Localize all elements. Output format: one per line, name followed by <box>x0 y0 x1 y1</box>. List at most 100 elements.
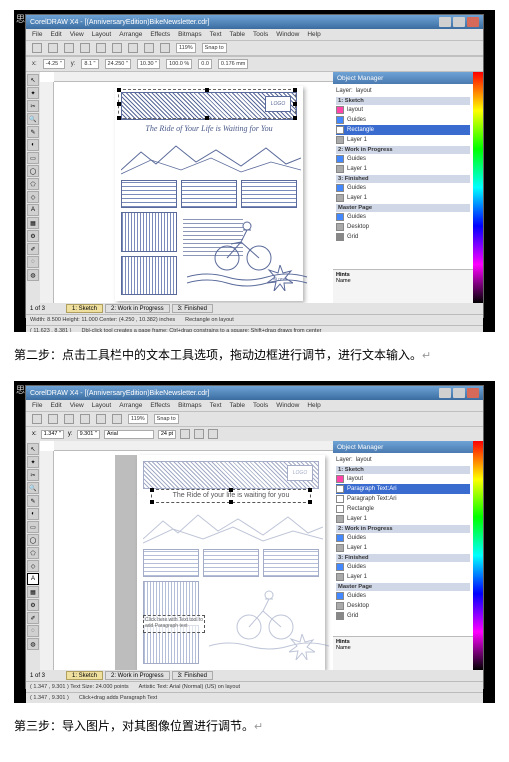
shape-tool[interactable]: ✦ <box>27 87 39 99</box>
new-icon[interactable] <box>32 43 42 53</box>
basic-shapes-tool[interactable]: ◇ <box>27 560 39 572</box>
save-icon[interactable] <box>64 43 74 53</box>
resize-handle-n[interactable] <box>229 488 233 492</box>
outline-width[interactable]: 0.176 mm <box>218 59 248 69</box>
eyedropper-tool[interactable]: ✐ <box>27 612 39 624</box>
layer-row[interactable]: Layer 1 <box>336 193 470 203</box>
pos-y[interactable]: 9.301 " <box>77 430 100 439</box>
group-sketch[interactable]: 1: Sketch <box>336 97 470 105</box>
table-tool[interactable]: ▦ <box>27 217 39 229</box>
maximize-button[interactable] <box>453 17 465 27</box>
menu-effects[interactable]: Effects <box>150 402 170 409</box>
group-finished[interactable]: 3: Finished <box>336 175 470 183</box>
menu-edit[interactable]: Edit <box>50 31 61 38</box>
layer-row-selected[interactable]: Rectangle <box>336 125 470 135</box>
resize-handle-sw[interactable] <box>150 500 154 504</box>
menu-tools[interactable]: Tools <box>253 402 268 409</box>
minimize-button[interactable] <box>439 388 451 398</box>
menu-layout[interactable]: Layout <box>92 31 112 38</box>
interactive-tool[interactable]: ⚙ <box>27 230 39 242</box>
layer-row[interactable]: Rectangle <box>336 504 470 514</box>
menu-view[interactable]: View <box>70 31 84 38</box>
size-w[interactable]: 24.250 " <box>105 59 131 69</box>
menu-file[interactable]: File <box>32 402 42 409</box>
page-nav[interactable]: 1 of 3 <box>30 673 45 679</box>
layer-row[interactable]: Grid <box>336 611 470 621</box>
freehand-tool[interactable]: ✎ <box>27 126 39 138</box>
pick-tool[interactable]: ↖ <box>27 443 39 455</box>
rectangle-tool[interactable]: ▭ <box>27 152 39 164</box>
tab-wip[interactable]: 2: Work in Progress <box>105 671 170 680</box>
paste-icon[interactable] <box>128 43 138 53</box>
bold-icon[interactable] <box>180 429 190 439</box>
rectangle-tool[interactable]: ▭ <box>27 521 39 533</box>
layer-row[interactable]: Desktop <box>336 222 470 232</box>
menu-layout[interactable]: Layout <box>92 402 112 409</box>
pos-y[interactable]: 8.1 " <box>81 59 98 69</box>
minimize-button[interactable] <box>439 17 451 27</box>
text-tool[interactable]: A <box>27 573 39 585</box>
layer-row[interactable]: layout <box>336 105 470 115</box>
layer-row[interactable]: Guides <box>336 562 470 572</box>
redo-icon[interactable] <box>112 414 122 424</box>
rotation[interactable]: 0.0 <box>198 59 212 69</box>
layer-row[interactable]: Guides <box>336 591 470 601</box>
menu-file[interactable]: File <box>32 31 42 38</box>
polygon-tool[interactable]: ⬠ <box>27 547 39 559</box>
italic-icon[interactable] <box>194 429 204 439</box>
resize-handle-sw[interactable] <box>117 116 121 120</box>
close-button[interactable] <box>467 17 479 27</box>
canvas[interactable]: LOGO <box>40 441 333 670</box>
size-h[interactable]: 10.30 " <box>137 59 160 69</box>
color-palette[interactable] <box>473 72 483 303</box>
layer-row[interactable]: Paragraph Text:Ari <box>336 494 470 504</box>
undo-icon[interactable] <box>144 43 154 53</box>
resize-handle-ne[interactable] <box>308 488 312 492</box>
group-wip[interactable]: 2: Work in Progress <box>336 146 470 154</box>
page-nav[interactable]: 1 of 3 <box>30 306 45 312</box>
outline-tool[interactable]: ◌ <box>27 256 39 268</box>
menu-arrange[interactable]: Arrange <box>119 402 142 409</box>
menu-view[interactable]: View <box>70 402 84 409</box>
fill-tool[interactable]: ◍ <box>27 269 39 281</box>
pos-x[interactable]: -4.25 " <box>43 59 65 69</box>
menu-table[interactable]: Table <box>230 31 246 38</box>
font-size-field[interactable]: 24 pt <box>158 430 176 439</box>
layer-row[interactable]: Layer 1 <box>336 514 470 524</box>
tab-sketch[interactable]: 1: Sketch <box>66 304 103 313</box>
pos-x[interactable]: 1.347 " <box>41 430 64 439</box>
open-icon[interactable] <box>48 414 58 424</box>
zoom-field[interactable]: 119% <box>176 43 196 53</box>
menu-edit[interactable]: Edit <box>50 402 61 409</box>
redo-icon[interactable] <box>160 43 170 53</box>
snap-field[interactable]: Snap to <box>202 43 227 53</box>
tab-finished[interactable]: 3: Finished <box>172 304 213 313</box>
undo-icon[interactable] <box>96 414 106 424</box>
text-tool[interactable]: A <box>27 204 39 216</box>
save-icon[interactable] <box>64 414 74 424</box>
group-wip[interactable]: 2: Work in Progress <box>336 525 470 533</box>
resize-handle-nw[interactable] <box>150 488 154 492</box>
outline-tool[interactable]: ◌ <box>27 625 39 637</box>
interactive-tool[interactable]: ⚙ <box>27 599 39 611</box>
group-master[interactable]: Master Page <box>336 583 470 591</box>
menu-text[interactable]: Text <box>210 31 222 38</box>
group-sketch[interactable]: 1: Sketch <box>336 466 470 474</box>
layer-row[interactable]: Guides <box>336 533 470 543</box>
freehand-tool[interactable]: ✎ <box>27 495 39 507</box>
artistic-text-frame[interactable]: The Ride of your life is waiting for you <box>151 489 311 503</box>
layer-row[interactable]: Desktop <box>336 601 470 611</box>
layer-row[interactable]: Guides <box>336 154 470 164</box>
layer-row-selected[interactable]: Paragraph Text:Ari <box>336 484 470 494</box>
ellipse-tool[interactable]: ◯ <box>27 534 39 546</box>
fill-tool[interactable]: ◍ <box>27 638 39 650</box>
layer-row[interactable]: Layer 1 <box>336 164 470 174</box>
resize-handle-w[interactable] <box>117 102 121 106</box>
paragraph-text-frame[interactable]: Click here with Text tool to add Paragra… <box>143 615 205 633</box>
resize-handle-s[interactable] <box>229 500 233 504</box>
resize-handle-e[interactable] <box>293 102 297 106</box>
crop-tool[interactable]: ✂ <box>27 100 39 112</box>
group-finished[interactable]: 3: Finished <box>336 554 470 562</box>
menu-help[interactable]: Help <box>307 31 320 38</box>
close-button[interactable] <box>467 388 479 398</box>
